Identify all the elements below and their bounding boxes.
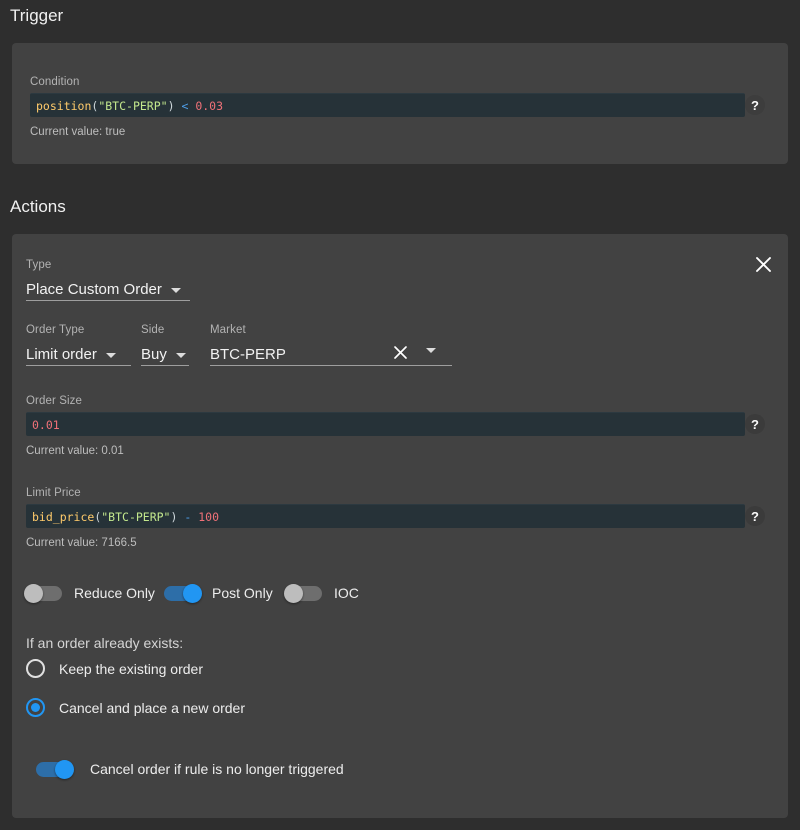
code-token-open-paren: (	[91, 99, 98, 113]
limit-price-current-value: Current value: 7166.5	[26, 537, 137, 549]
side-select[interactable]: Buy	[141, 339, 189, 366]
toggle-knob	[55, 760, 74, 779]
order-size-help-icon[interactable]: ?	[745, 414, 765, 434]
condition-label: Condition	[30, 76, 80, 88]
limit-price-code-input[interactable]: bid_price("BTC-PERP") - 100	[26, 504, 745, 528]
type-select-value: Place Custom Order	[26, 282, 162, 297]
ioc-label: IOC	[334, 585, 359, 601]
reduce-only-label: Reduce Only	[74, 585, 155, 601]
code-token-close-paren: )	[168, 99, 175, 113]
post-only-toggle-row[interactable]: Post Only	[164, 585, 273, 601]
radio-keep-existing-order[interactable]: Keep the existing order	[26, 659, 203, 678]
order-type-select[interactable]: Limit order	[26, 339, 131, 366]
cancel-order-toggle[interactable]	[36, 762, 72, 777]
toggle-knob	[183, 584, 202, 603]
radio-icon	[26, 698, 45, 717]
condition-code-input[interactable]: position("BTC-PERP") < 0.03	[30, 93, 745, 117]
chevron-down-icon	[176, 353, 186, 358]
chevron-down-icon	[106, 353, 116, 358]
type-select[interactable]: Place Custom Order	[26, 274, 190, 301]
toggle-knob	[284, 584, 303, 603]
close-icon[interactable]	[750, 251, 776, 277]
code-token-string: "BTC-PERP"	[98, 99, 167, 113]
code-token-function: bid_price	[32, 510, 94, 524]
limit-price-help-icon[interactable]: ?	[745, 506, 765, 526]
code-token-operator: -	[184, 510, 191, 524]
order-type-label: Order Type	[26, 324, 84, 336]
ioc-toggle[interactable]	[286, 586, 322, 601]
code-token-number: 100	[198, 510, 219, 524]
action-card: Type Place Custom Order Order Type Limit…	[12, 234, 788, 818]
reduce-only-toggle-row[interactable]: Reduce Only	[26, 585, 155, 601]
code-token-space2	[188, 99, 195, 113]
market-label: Market	[210, 324, 246, 336]
code-token-space	[175, 99, 182, 113]
radio-icon	[26, 659, 45, 678]
side-select-value: Buy	[141, 347, 167, 362]
code-token-string: "BTC-PERP"	[101, 510, 170, 524]
toggle-knob	[24, 584, 43, 603]
radio-cancel-and-place-new-order-label: Cancel and place a new order	[59, 700, 245, 716]
code-token-open-paren: (	[94, 510, 101, 524]
side-label: Side	[141, 324, 164, 336]
condition-help-icon[interactable]: ?	[745, 95, 765, 115]
code-token-space	[177, 510, 184, 524]
order-exists-group-label: If an order already exists:	[26, 635, 183, 651]
trigger-section-title: Trigger	[0, 6, 63, 26]
chevron-down-icon	[171, 288, 181, 293]
market-select-value: BTC-PERP	[210, 347, 286, 362]
post-only-label: Post Only	[212, 585, 273, 601]
actions-section-title: Actions	[0, 197, 66, 217]
code-token-space2	[191, 510, 198, 524]
code-token-number: 0.03	[195, 99, 223, 113]
rule-editor-page: Trigger Condition position("BTC-PERP") <…	[0, 0, 800, 830]
code-token-close-paren: )	[171, 510, 178, 524]
limit-price-label: Limit Price	[26, 487, 81, 499]
code-token-operator: <	[181, 99, 188, 113]
order-size-code-input[interactable]: 0.01	[26, 412, 745, 436]
type-label: Type	[26, 259, 51, 271]
market-chevron-down-icon[interactable]	[426, 348, 436, 353]
post-only-toggle[interactable]	[164, 586, 200, 601]
market-select[interactable]: BTC-PERP	[210, 339, 452, 366]
cancel-order-toggle-label: Cancel order if rule is no longer trigge…	[90, 761, 344, 777]
cancel-order-toggle-row[interactable]: Cancel order if rule is no longer trigge…	[36, 761, 344, 777]
condition-current-value: Current value: true	[30, 126, 125, 138]
order-size-current-value: Current value: 0.01	[26, 445, 124, 457]
code-token-number: 0.01	[32, 418, 60, 432]
radio-cancel-and-place-new-order[interactable]: Cancel and place a new order	[26, 698, 245, 717]
code-token-function: position	[36, 99, 91, 113]
reduce-only-toggle[interactable]	[26, 586, 62, 601]
order-type-select-value: Limit order	[26, 347, 97, 362]
order-size-label: Order Size	[26, 395, 82, 407]
trigger-card: Condition position("BTC-PERP") < 0.03 ? …	[12, 43, 788, 164]
radio-keep-existing-order-label: Keep the existing order	[59, 661, 203, 677]
ioc-toggle-row[interactable]: IOC	[286, 585, 359, 601]
market-clear-icon[interactable]	[390, 342, 410, 362]
